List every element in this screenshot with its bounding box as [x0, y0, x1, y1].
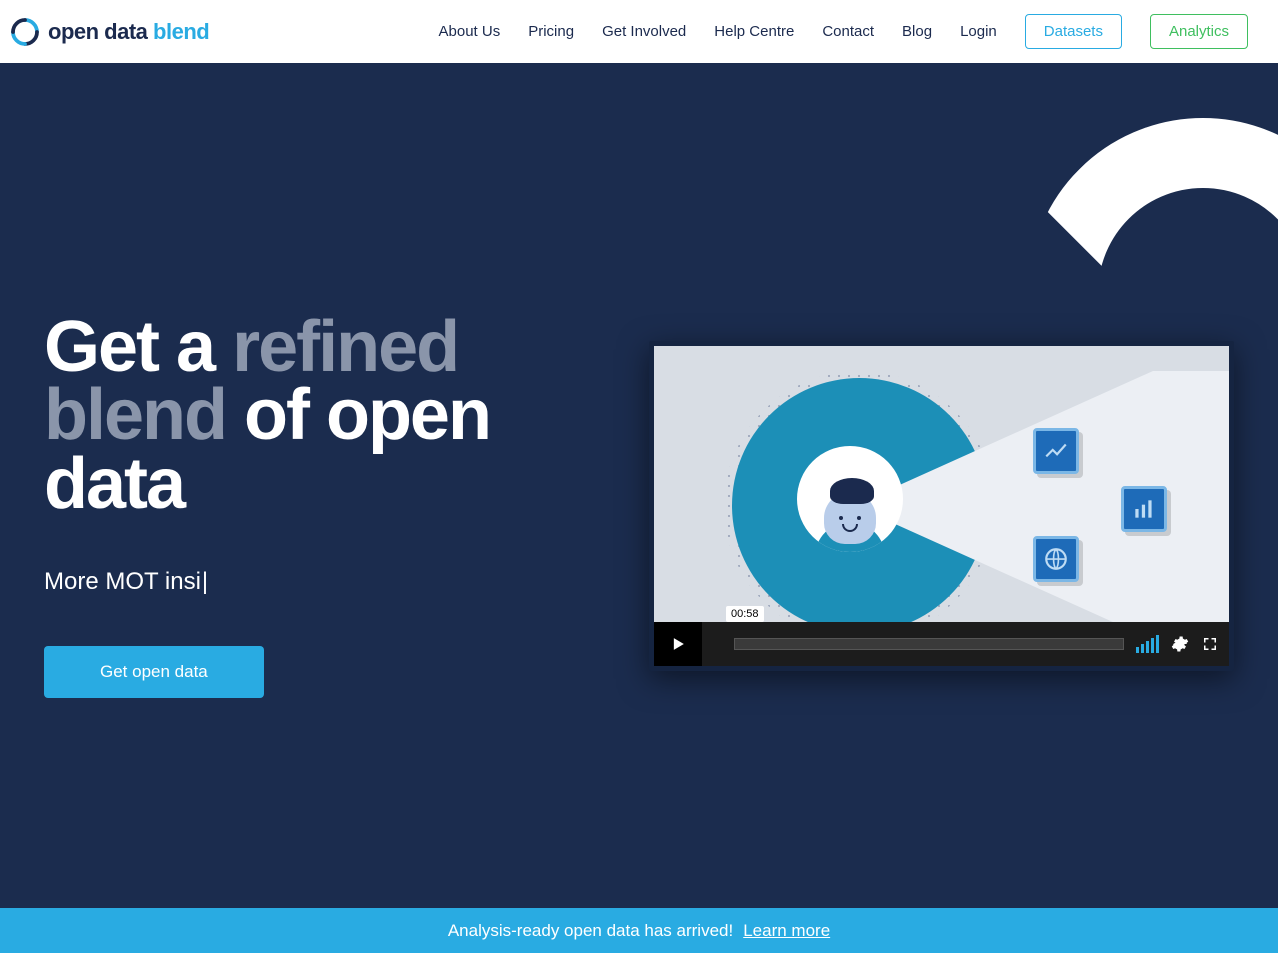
site-header: open data blend About Us Pricing Get Inv… — [0, 0, 1278, 63]
brand-text-accent: blend — [153, 19, 209, 44]
globe-icon — [1033, 536, 1079, 582]
announcement-banner: Analysis-ready open data has arrived! Le… — [0, 908, 1278, 953]
volume-icon[interactable] — [1136, 635, 1159, 653]
chart-line-icon — [1033, 428, 1079, 474]
banner-text: Analysis-ready open data has arrived! — [448, 921, 733, 941]
fullscreen-icon[interactable] — [1201, 635, 1219, 653]
datasets-button[interactable]: Datasets — [1025, 14, 1122, 49]
logo-icon — [10, 17, 40, 47]
video-progress-track[interactable] — [734, 638, 1124, 650]
play-button[interactable] — [654, 622, 702, 666]
hero-left-column: Get a refined blend of open data More MO… — [44, 313, 604, 698]
brand-text: open data blend — [48, 19, 209, 45]
primary-nav: About Us Pricing Get Involved Help Centr… — [439, 14, 1249, 49]
get-open-data-button[interactable]: Get open data — [44, 646, 264, 698]
nav-pricing[interactable]: Pricing — [528, 23, 574, 40]
nav-blog[interactable]: Blog — [902, 23, 932, 40]
analytics-button[interactable]: Analytics — [1150, 14, 1248, 49]
intro-video[interactable]: 00:58 — [649, 341, 1234, 671]
brand-text-dark: open data — [48, 19, 147, 44]
brand-logo[interactable]: open data blend — [10, 17, 209, 47]
nav-involved[interactable]: Get Involved — [602, 23, 686, 40]
hero-section: Get a refined blend of open data More MO… — [0, 63, 1278, 908]
video-controls: 00:58 — [654, 622, 1229, 666]
nav-contact[interactable]: Contact — [822, 23, 874, 40]
video-timestamp: 00:58 — [726, 606, 764, 622]
chart-bar-icon — [1121, 486, 1167, 532]
banner-learn-more-link[interactable]: Learn more — [743, 921, 830, 941]
nav-about[interactable]: About Us — [439, 23, 501, 40]
settings-icon[interactable] — [1171, 635, 1189, 653]
nav-help[interactable]: Help Centre — [714, 23, 794, 40]
nav-login[interactable]: Login — [960, 23, 997, 40]
hero-headline: Get a refined blend of open data — [44, 313, 604, 518]
hero-subline: More MOT insi — [44, 568, 604, 596]
